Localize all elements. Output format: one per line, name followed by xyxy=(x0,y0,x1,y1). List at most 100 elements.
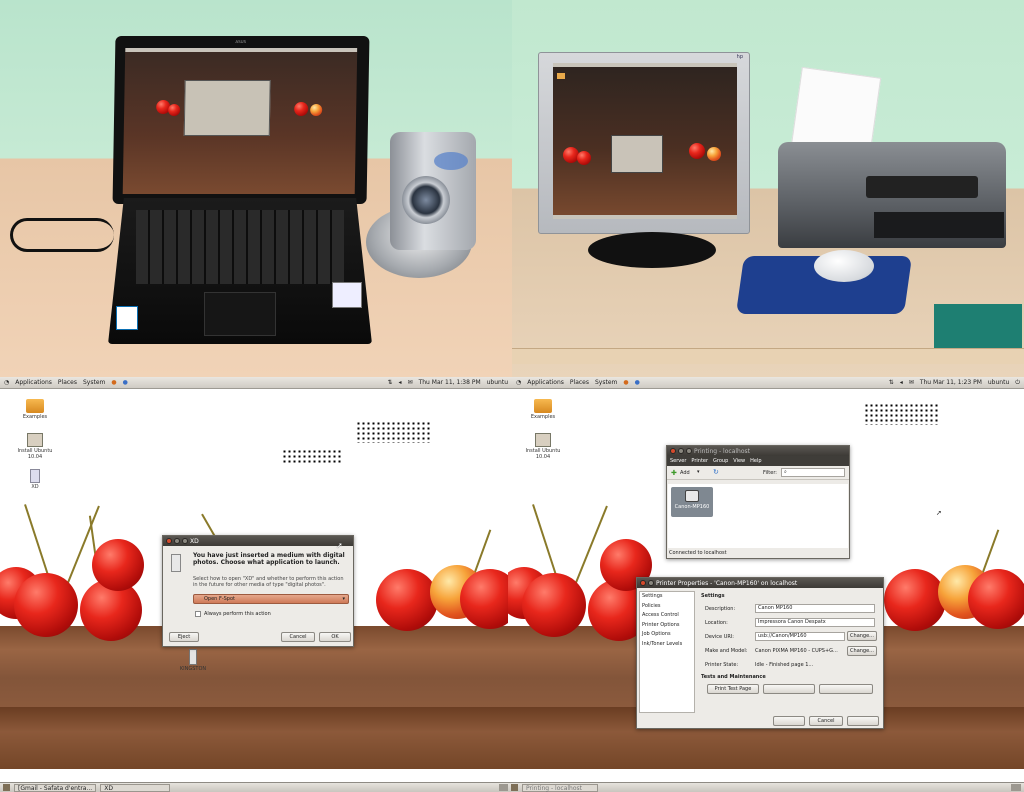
ubuntu-logo-icon[interactable]: ◔ xyxy=(516,379,521,386)
menu-places[interactable]: Places xyxy=(570,379,589,386)
mail-icon[interactable]: ✉ xyxy=(909,379,914,386)
clock[interactable]: Thu Mar 11, 1:38 PM xyxy=(419,379,481,386)
properties-title: Printer Properties - 'Canon-MP160' on lo… xyxy=(656,579,798,587)
taskbar-printing[interactable]: Printing - localhost xyxy=(522,783,598,792)
desktop-icon-kingston[interactable]: KINGSTON xyxy=(168,649,218,672)
sidebar-item-policies[interactable]: Policies xyxy=(642,602,694,612)
printing-toolbar: ✚ Add ▾ ↻ Filter: ⌕ xyxy=(667,466,849,480)
firefox-icon[interactable]: ● xyxy=(111,379,116,386)
installer-icon xyxy=(535,433,551,447)
state-value: Idle - Finished page 1... xyxy=(755,662,814,668)
menu-places[interactable]: Places xyxy=(58,379,77,386)
printer-list: Canon-MP160 xyxy=(668,484,848,548)
mouse-cursor-icon: ➚ xyxy=(936,509,942,517)
help-icon[interactable]: ● xyxy=(123,379,128,386)
search-icon: ⌕ xyxy=(784,469,787,475)
user-indicator[interactable]: ubuntu xyxy=(487,379,508,386)
add-icon[interactable]: ✚ xyxy=(671,469,677,477)
location-input[interactable]: Impressora Canon Despatx xyxy=(755,618,875,627)
maximize-icon[interactable] xyxy=(182,538,188,544)
minimize-icon[interactable] xyxy=(648,580,654,586)
user-indicator[interactable]: ubuntu xyxy=(988,379,1009,386)
cancel-button[interactable]: Cancel xyxy=(809,716,843,726)
folder-icon xyxy=(26,399,44,413)
menu-system[interactable]: System xyxy=(83,379,105,386)
taskbar-gmail[interactable]: [Gmail - Safata d'entra... xyxy=(14,783,97,792)
dialog-titlebar[interactable]: XD xyxy=(163,536,353,546)
desktop-icon-examples[interactable]: Examples xyxy=(518,399,568,420)
change-model-button[interactable]: Change... xyxy=(847,646,877,656)
maximize-icon[interactable] xyxy=(686,448,692,454)
application-select[interactable]: Open F-Spot ▾ xyxy=(193,594,349,604)
add-button[interactable]: Add xyxy=(680,470,690,476)
help-icon[interactable]: ● xyxy=(635,379,640,386)
volume-icon[interactable]: ◂ xyxy=(900,379,903,386)
clean-heads-button[interactable] xyxy=(819,684,873,694)
properties-titlebar[interactable]: Printer Properties - 'Canon-MP160' on lo… xyxy=(637,578,883,588)
uri-input[interactable]: usb://Canon/MP160 xyxy=(755,632,845,641)
monitor-brand: hp xyxy=(736,54,743,60)
ok-button[interactable] xyxy=(847,716,879,726)
firefox-icon[interactable]: ● xyxy=(623,379,628,386)
folder-icon xyxy=(534,399,552,413)
volume-icon[interactable]: ◂ xyxy=(399,379,402,386)
printer-item-canon[interactable]: Canon-MP160 xyxy=(671,487,713,517)
self-test-button[interactable] xyxy=(763,684,815,694)
menu-view[interactable]: View xyxy=(733,458,745,464)
filter-input[interactable]: ⌕ xyxy=(781,468,845,477)
desktop-icon-install[interactable]: Install Ubuntu 10.04 xyxy=(518,433,568,460)
minimize-icon[interactable] xyxy=(678,448,684,454)
card-reader-icon xyxy=(171,554,181,572)
desktop-icon-install[interactable]: Install Ubuntu 10.04 xyxy=(10,433,60,460)
menu-server[interactable]: Server xyxy=(670,458,686,464)
taskbar-xd[interactable]: XD xyxy=(100,783,171,792)
always-checkbox[interactable] xyxy=(195,611,201,617)
menu-system[interactable]: System xyxy=(595,379,617,386)
make-value: Canon PIXMA MP160 - CUPS+G... xyxy=(755,648,838,654)
power-icon[interactable]: ⏻ xyxy=(1015,379,1020,387)
close-icon[interactable] xyxy=(640,580,646,586)
cancel-button[interactable]: Cancel xyxy=(281,632,315,642)
network-icon[interactable]: ⇅ xyxy=(889,379,894,386)
add-dropdown-icon[interactable]: ▾ xyxy=(697,469,700,475)
clock[interactable]: Thu Mar 11, 1:23 PM xyxy=(920,379,982,386)
description-input[interactable]: Canon MP160 xyxy=(755,604,875,613)
ubuntu-logo-icon[interactable]: ◔ xyxy=(4,379,9,386)
dialog-body: Select how to open "XD" and whether to p… xyxy=(193,576,344,588)
show-desktop-icon[interactable] xyxy=(511,784,518,791)
workspace-switcher[interactable] xyxy=(1011,784,1021,791)
desktop-icon-xd[interactable]: XD xyxy=(10,469,60,490)
close-icon[interactable] xyxy=(166,538,172,544)
shelf-box xyxy=(934,304,1022,352)
close-icon[interactable] xyxy=(670,448,676,454)
top-panel-left: ◔ Applications Places System ● ● ⇅ ◂ ✉ T… xyxy=(0,377,512,389)
printing-titlebar[interactable]: Printing - localhost xyxy=(667,446,849,456)
mail-icon[interactable]: ✉ xyxy=(408,379,413,386)
autorun-dialog: XD You have just inserted a medium with … xyxy=(162,535,354,647)
menu-help[interactable]: Help xyxy=(750,458,761,464)
change-uri-button[interactable]: Change... xyxy=(847,631,877,641)
sidebar-item-settings[interactable]: Settings xyxy=(642,592,694,602)
filter-label: Filter: xyxy=(763,470,777,476)
description-label: Description: xyxy=(705,606,736,612)
network-icon[interactable]: ⇅ xyxy=(388,379,393,386)
sidebar-item-ink-levels[interactable]: Ink/Toner Levels xyxy=(642,640,694,650)
menu-applications[interactable]: Applications xyxy=(527,379,564,386)
shelf-edge xyxy=(512,348,1024,364)
menu-group[interactable]: Group xyxy=(713,458,728,464)
print-test-page-button[interactable]: Print Test Page xyxy=(707,684,759,694)
apply-button[interactable] xyxy=(773,716,805,726)
refresh-icon[interactable]: ↻ xyxy=(713,468,719,476)
menu-printer[interactable]: Printer xyxy=(691,458,708,464)
sidebar-item-job-options[interactable]: Job Options xyxy=(642,630,694,640)
menu-applications[interactable]: Applications xyxy=(15,379,52,386)
show-desktop-icon[interactable] xyxy=(3,784,10,791)
desktop-icon-examples[interactable]: Examples xyxy=(10,399,60,420)
make-label: Make and Model: xyxy=(705,648,748,654)
eject-button[interactable]: Eject xyxy=(169,632,199,642)
minimize-icon[interactable] xyxy=(174,538,180,544)
sidebar-item-printer-options[interactable]: Printer Options xyxy=(642,621,694,631)
sidebar-item-access-control[interactable]: Access Control xyxy=(642,611,694,621)
desktop-right: Examples Install Ubuntu 10.04 Printing -… xyxy=(508,389,1024,792)
ok-button[interactable]: OK xyxy=(319,632,351,642)
